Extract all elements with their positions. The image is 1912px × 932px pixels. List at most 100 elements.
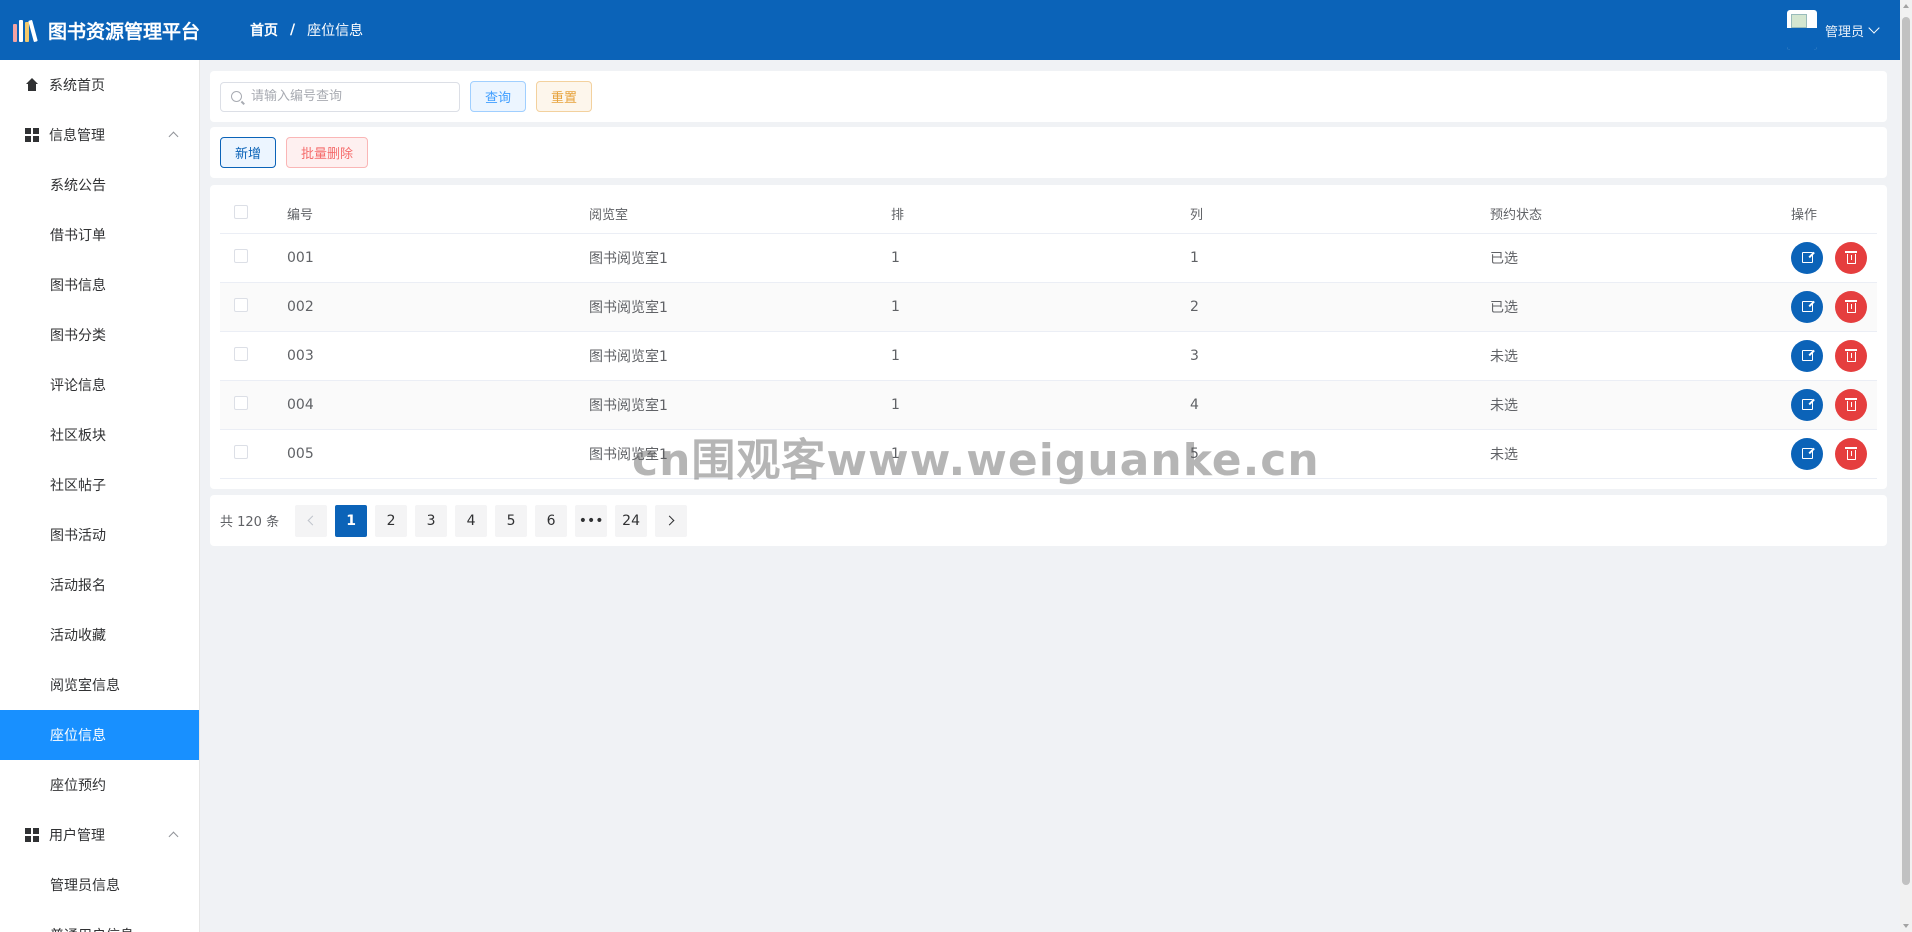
page-last-button[interactable]: 24 [615, 504, 648, 537]
column-header-col: 列 [1190, 195, 1490, 234]
edit-icon [1801, 399, 1813, 410]
cell-room: 图书阅览室1 [589, 380, 891, 430]
batch-delete-button[interactable]: 批量删除 [286, 137, 369, 168]
sidebar-item-label: 图书活动 [50, 528, 106, 544]
sidebar-item-6[interactable]: 评论信息 [0, 360, 199, 410]
table-row[interactable]: 002 图书阅览室1 1 2 已选 [220, 282, 1877, 332]
sidebar-item-label: 社区帖子 [50, 478, 106, 494]
page-button-2[interactable]: 2 [375, 504, 408, 537]
seat-table-card: 编号 阅览室 排 列 预约状态 操作 001 图书阅览室1 1 1 已选 002 图书阅览室… [210, 185, 1887, 489]
sidebar-item-10[interactable]: 活动报名 [0, 560, 199, 610]
row-checkbox[interactable] [234, 248, 248, 263]
delete-button[interactable] [1835, 437, 1867, 470]
sidebar-item-9[interactable]: 图书活动 [0, 510, 199, 560]
sidebar-item-3[interactable]: 借书订单 [0, 210, 199, 260]
add-button[interactable]: 新增 [220, 137, 277, 168]
sidebar-item-2[interactable]: 系统公告 [0, 160, 199, 210]
sidebar-item-label: 普通用户信息 [50, 925, 134, 932]
prev-page-button[interactable] [295, 504, 328, 537]
row-checkbox[interactable] [234, 444, 248, 459]
reset-button[interactable]: 重置 [536, 81, 593, 112]
scroll-up-arrow-icon[interactable] [1903, 4, 1909, 8]
search-field[interactable] [220, 81, 460, 112]
page-button-6[interactable]: 6 [535, 504, 568, 537]
search-input[interactable] [251, 89, 441, 104]
edit-icon [1801, 252, 1813, 263]
cell-room: 图书阅览室1 [589, 233, 891, 283]
edit-button[interactable] [1791, 290, 1823, 323]
action-bar: 新增 批量删除 [210, 127, 1887, 178]
delete-button[interactable] [1835, 339, 1867, 372]
seat-table: 编号 阅览室 排 列 预约状态 操作 001 图书阅览室1 1 1 已选 002 图书阅览室… [220, 195, 1877, 479]
table-header-row: 编号 阅览室 排 列 预约状态 操作 [220, 195, 1877, 234]
cell-id: 004 [287, 380, 589, 430]
table-row[interactable]: 003 图书阅览室1 1 3 未选 [220, 331, 1877, 381]
sidebar-item-11[interactable]: 活动收藏 [0, 610, 199, 660]
sidebar-item-7[interactable]: 社区板块 [0, 410, 199, 460]
sidebar-item-16[interactable]: 管理员信息 [0, 860, 199, 910]
sidebar-item-label: 系统首页 [49, 78, 105, 94]
sidebar-item-label: 系统公告 [50, 178, 106, 194]
edit-button[interactable] [1791, 241, 1823, 274]
edit-icon [1801, 301, 1813, 312]
sidebar-item-5[interactable]: 图书分类 [0, 310, 199, 360]
chevron-up-icon[interactable] [168, 831, 179, 842]
cell-status: 未选 [1490, 380, 1791, 430]
breadcrumb: 首页 / 座位信息 [250, 20, 363, 40]
sidebar-item-label: 信息管理 [49, 128, 105, 144]
search-bar: 查询 重置 [210, 71, 1887, 122]
sidebar-item-4[interactable]: 图书信息 [0, 260, 199, 310]
user-menu[interactable]: 管理员 [1786, 10, 1880, 50]
sidebar-item-13[interactable]: 座位信息 [0, 710, 199, 760]
row-checkbox[interactable] [234, 395, 248, 410]
delete-button[interactable] [1835, 290, 1867, 323]
table-row[interactable]: 001 图书阅览室1 1 1 已选 [220, 233, 1877, 283]
breadcrumb-home[interactable]: 首页 [250, 20, 278, 40]
row-checkbox[interactable] [234, 297, 248, 312]
column-header-actions: 操作 [1791, 195, 1877, 234]
next-page-button[interactable] [655, 504, 688, 537]
edit-button[interactable] [1791, 339, 1823, 372]
sidebar-item-15[interactable]: 用户管理 [0, 810, 199, 860]
edit-button[interactable] [1791, 437, 1823, 470]
sidebar-item-8[interactable]: 社区帖子 [0, 460, 199, 510]
sidebar-item-0[interactable]: 系统首页 [0, 60, 199, 110]
chevron-up-icon[interactable] [168, 131, 179, 142]
page-button-3[interactable]: 3 [415, 504, 448, 537]
user-name[interactable]: 管理员 [1825, 21, 1864, 40]
query-button[interactable]: 查询 [470, 81, 527, 112]
scroll-down-arrow-icon[interactable] [1903, 924, 1909, 928]
trash-icon [1844, 398, 1857, 411]
page-scrollbar[interactable] [1900, 0, 1912, 932]
cell-row: 1 [891, 331, 1190, 381]
sidebar-item-label: 座位预约 [50, 778, 106, 794]
select-all-checkbox[interactable] [234, 204, 248, 219]
row-checkbox[interactable] [234, 346, 248, 361]
chevron-down-icon[interactable] [1868, 22, 1880, 34]
books-icon [13, 18, 38, 43]
table-row[interactable]: 004 图书阅览室1 1 4 未选 [220, 380, 1877, 430]
app-logo[interactable]: 图书资源管理平台 [0, 17, 200, 44]
avatar[interactable] [1786, 10, 1817, 50]
trash-icon [1844, 349, 1857, 362]
cell-room: 图书阅览室1 [589, 282, 891, 332]
delete-button[interactable] [1835, 241, 1867, 274]
sidebar-item-label: 管理员信息 [50, 878, 120, 894]
sidebar-item-1[interactable]: 信息管理 [0, 110, 199, 160]
sidebar-item-label: 评论信息 [50, 378, 106, 394]
page-button-4[interactable]: 4 [455, 504, 488, 537]
page-button-1[interactable]: 1 [335, 504, 368, 537]
trash-icon [1844, 300, 1857, 313]
sidebar-item-14[interactable]: 座位预约 [0, 760, 199, 810]
edit-button[interactable] [1791, 388, 1823, 421]
sidebar-item-12[interactable]: 阅览室信息 [0, 660, 199, 710]
table-row[interactable]: 005 图书阅览室1 1 5 未选 [220, 429, 1877, 479]
cell-row: 1 [891, 282, 1190, 332]
sidebar-item-17[interactable]: 普通用户信息 [0, 910, 199, 932]
cell-row: 1 [891, 233, 1190, 283]
column-header-id: 编号 [287, 195, 589, 234]
page-button-5[interactable]: 5 [495, 504, 528, 537]
page-ellipsis-button[interactable]: ••• [575, 504, 608, 537]
scroll-thumb[interactable] [1902, 17, 1910, 885]
delete-button[interactable] [1835, 388, 1867, 421]
